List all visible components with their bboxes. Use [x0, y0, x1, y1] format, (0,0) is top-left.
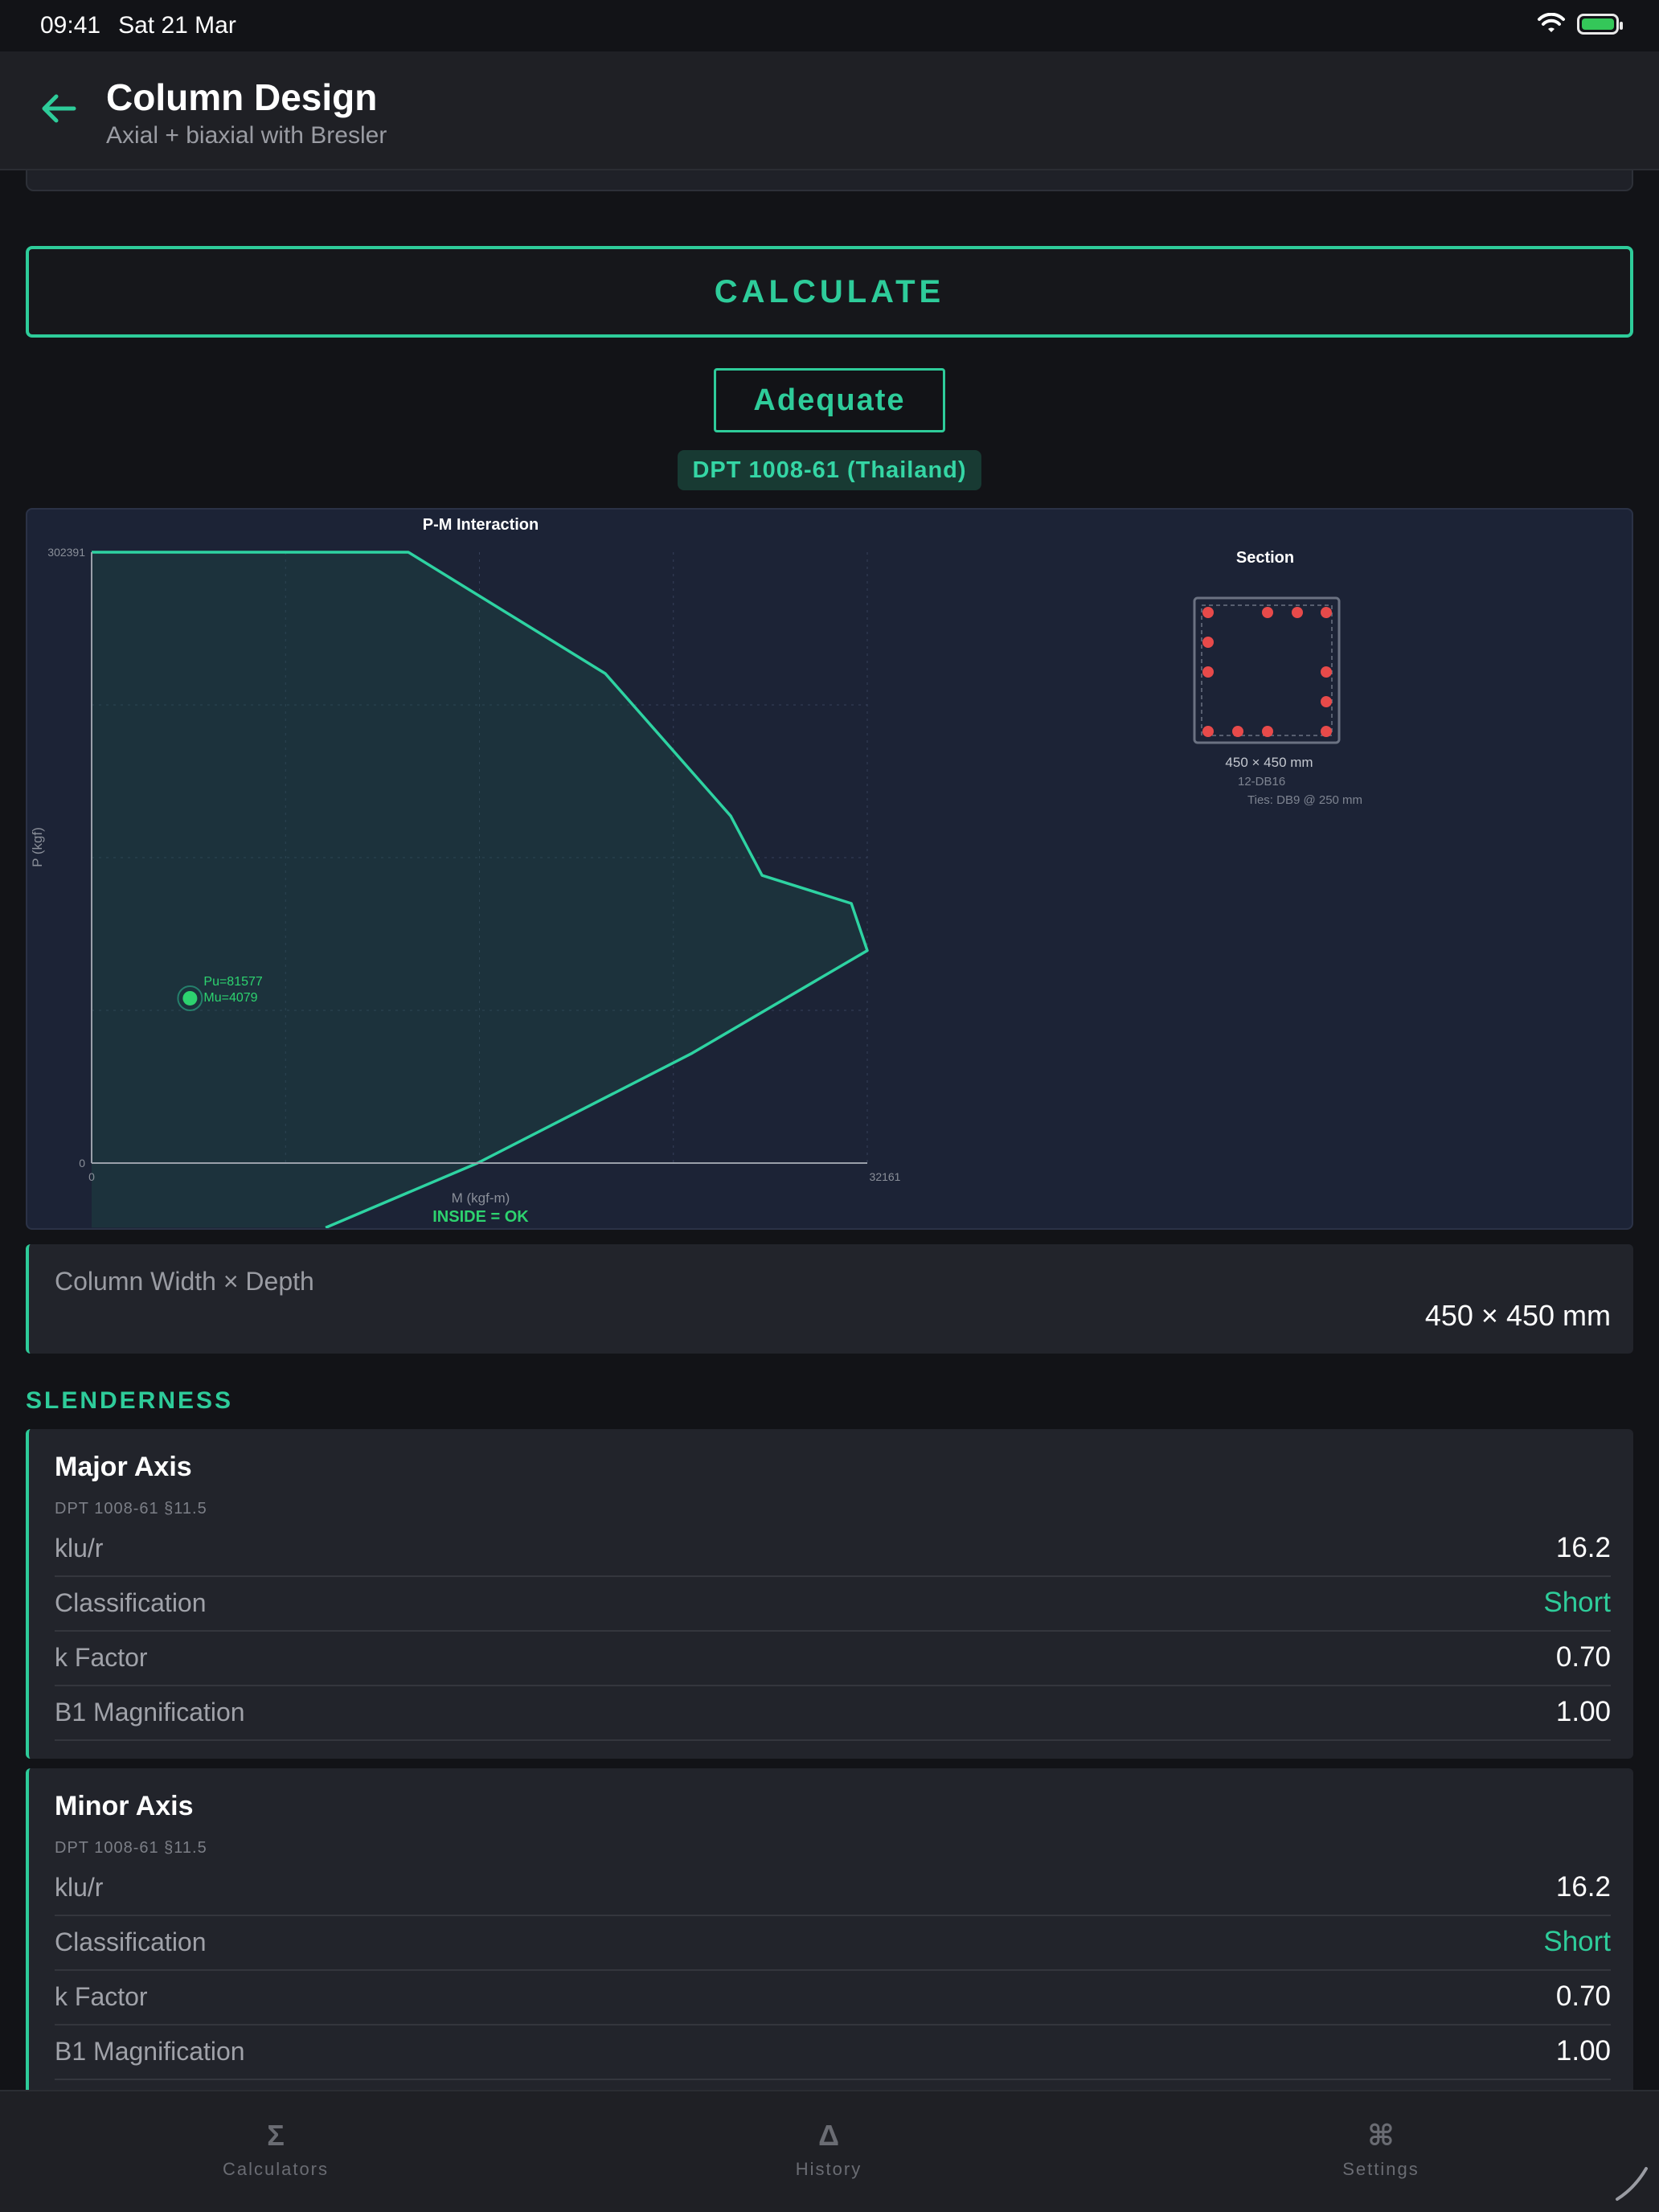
tab-calculators[interactable]: Σ Calculators — [155, 2119, 396, 2180]
row-label: klu/r — [55, 1873, 104, 1902]
chart-title: P-M Interaction — [423, 516, 539, 534]
tie-outline — [1201, 604, 1333, 736]
x-axis-label: M (kgf-m) — [452, 1190, 510, 1206]
rebar-dot — [1202, 637, 1214, 648]
calculate-button[interactable]: CALCULATE — [26, 246, 1633, 338]
row-label: klu/r — [55, 1534, 104, 1563]
minor-row-b1: B1 Magnification 1.00 — [55, 2026, 1611, 2080]
row-value: 0.70 — [1555, 1641, 1611, 1673]
row-value: 16.2 — [1555, 1532, 1611, 1563]
slenderness-heading: SLENDERNESS — [26, 1387, 234, 1414]
pm-interaction-chart: P-M Interaction 302391 0 0 32161 P (kgf)… — [30, 516, 1362, 1228]
y-tick-min: 0 — [79, 1157, 85, 1169]
rebar-dot — [1321, 666, 1332, 678]
rebar-dot — [1321, 607, 1332, 618]
row-label: k Factor — [55, 1982, 148, 2011]
tab-settings[interactable]: ⌘ Settings — [1260, 2119, 1501, 2180]
y-tick-max: 302391 — [47, 546, 85, 559]
major-row-b1: B1 Magnification 1.00 — [55, 1686, 1611, 1741]
row-label: B1 Magnification — [55, 2037, 245, 2066]
section-ties: Ties: DB9 @ 250 mm — [1247, 793, 1362, 807]
rebar-dot — [1232, 726, 1243, 737]
page-subtitle: Axial + biaxial with Bresler — [106, 122, 387, 149]
check-status: INSIDE = OK — [432, 1208, 529, 1226]
demand-point-label-m: Mu=4079 — [203, 991, 257, 1005]
tab-bar: Σ Calculators Δ History ⌘ Settings — [0, 2090, 1659, 2212]
minor-row-klur: klu/r 16.2 — [55, 1862, 1611, 1916]
rebar-dot — [1262, 607, 1273, 618]
major-axis-card: Major Axis DPT 1008-61 §11.5 klu/r 16.2 … — [26, 1429, 1633, 1759]
row-label: Classification — [55, 1927, 207, 1956]
verdict-badge: Adequate — [714, 368, 945, 432]
command-icon: ⌘ — [1367, 2119, 1395, 2152]
page-title: Column Design — [106, 76, 378, 118]
major-row-klur: klu/r 16.2 — [55, 1522, 1611, 1577]
row-label: k Factor — [55, 1643, 148, 1672]
rebar-dot — [1321, 726, 1332, 737]
row-value: 0.70 — [1555, 1981, 1611, 2012]
y-axis-label: P (kgf) — [30, 827, 45, 867]
x-tick-min: 0 — [88, 1170, 95, 1183]
status-time: 09:41 — [40, 12, 101, 39]
row-value: Short — [1543, 1587, 1611, 1618]
chart-panel: P-M Interaction 302391 0 0 32161 P (kgf)… — [26, 508, 1633, 1230]
tab-history[interactable]: Δ History — [708, 2119, 949, 2180]
row-value: Short — [1543, 1926, 1611, 1957]
tab-label: History — [795, 2159, 862, 2179]
rebar-dot — [1262, 726, 1273, 737]
section-dims: 450 × 450 mm — [1225, 755, 1313, 770]
row-value: 1.00 — [1555, 1696, 1611, 1727]
column-size-value: 450 × 450 mm — [1424, 1299, 1611, 1332]
interaction-area — [92, 552, 867, 1228]
row-value: 1.00 — [1555, 2035, 1611, 2067]
resize-grip-icon[interactable] — [1611, 2164, 1651, 2204]
minor-axis-title: Minor Axis — [55, 1791, 194, 1821]
section-title: Section — [1236, 549, 1294, 567]
rebar-dot — [1202, 666, 1214, 678]
minor-axis-card: Minor Axis DPT 1008-61 §11.5 klu/r 16.2 … — [26, 1768, 1633, 2090]
rebar-dot — [1202, 726, 1214, 737]
tab-label: Settings — [1342, 2159, 1419, 2179]
rebar-dot — [1202, 607, 1214, 618]
scroll-content[interactable]: CALCULATE Adequate DPT 1008-61 (Thailand… — [0, 170, 1659, 2090]
section-outline — [1193, 596, 1341, 744]
minor-row-classification: Classification Short — [55, 1916, 1611, 1971]
section-bars: 12-DB16 — [1238, 775, 1285, 789]
battery-icon — [1577, 14, 1623, 35]
demand-point — [182, 990, 198, 1006]
delta-icon: Δ — [818, 2119, 839, 2152]
sigma-icon: Σ — [267, 2119, 285, 2152]
back-arrow-icon[interactable] — [39, 88, 79, 129]
major-row-k-factor: k Factor 0.70 — [55, 1632, 1611, 1686]
row-label: B1 Magnification — [55, 1698, 245, 1727]
major-axis-ref: DPT 1008-61 §11.5 — [55, 1500, 207, 1518]
minor-row-k-factor: k Factor 0.70 — [55, 1971, 1611, 2026]
wifi-icon — [1538, 13, 1565, 32]
row-value: 16.2 — [1555, 1871, 1611, 1903]
status-icons — [1537, 13, 1623, 35]
major-row-classification: Classification Short — [55, 1577, 1611, 1632]
x-tick-max: 32161 — [870, 1170, 901, 1183]
status-bar: 09:41 Sat 21 Mar — [0, 0, 1659, 51]
minor-axis-ref: DPT 1008-61 §11.5 — [55, 1839, 207, 1857]
rebar-dot — [1321, 696, 1332, 707]
input-card-partial — [26, 170, 1633, 191]
nav-header: Column Design Axial + biaxial with Bresl… — [0, 51, 1659, 170]
tab-label: Calculators — [222, 2159, 330, 2179]
row-label: Classification — [55, 1588, 207, 1617]
design-code-chip: DPT 1008-61 (Thailand) — [678, 450, 981, 490]
major-axis-title: Major Axis — [55, 1452, 192, 1482]
demand-point-label-p: Pu=81577 — [203, 975, 263, 989]
rebar-dot — [1292, 607, 1303, 618]
status-date: Sat 21 Mar — [118, 12, 236, 39]
column-size-label: Column Width × Depth — [55, 1267, 314, 1296]
column-size-card: Column Width × Depth 450 × 450 mm — [26, 1244, 1633, 1354]
